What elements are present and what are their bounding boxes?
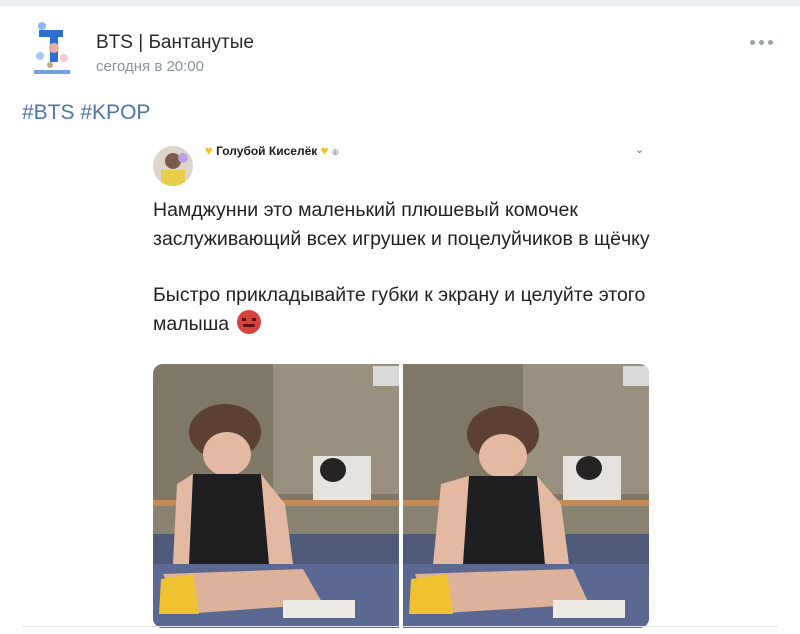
post-timestamp[interactable]: сегодня в 20:00 <box>96 58 204 75</box>
tweet-paragraph-2: Быстро прикладывайте губки к экрану и це… <box>153 284 646 335</box>
more-options-button[interactable] <box>748 34 776 50</box>
tweet-author-name: Голубой Киселёк <box>216 144 318 158</box>
tweet-screenshot[interactable]: ♥ Голубой Киселёк ♥ ⊕ ⌄ Намджунни это ма… <box>145 140 660 628</box>
tweet-text: Намджунни это маленький плюшевый комочек… <box>153 196 653 339</box>
photo-left <box>153 364 399 628</box>
more-horizontal-icon <box>750 40 755 45</box>
hashtag-bts[interactable]: #BTS <box>22 101 75 124</box>
yellow-heart-icon: ♥ <box>205 143 213 158</box>
group-name[interactable]: BTS | Бантанутые <box>96 32 254 54</box>
angry-face-emoji-icon <box>236 310 261 334</box>
top-divider <box>0 0 800 6</box>
hashtag-kpop[interactable]: #KPOP <box>80 101 150 124</box>
tweet-author: ♥ Голубой Киселёк ♥ ⊕ <box>205 143 339 158</box>
chevron-down-icon: ⌄ <box>635 144 645 156</box>
yellow-heart-icon: ♥ <box>320 143 329 158</box>
tweet-paragraph-1: Намджунни это маленький плюшевый комочек… <box>153 199 650 250</box>
post-bottom-divider <box>22 626 778 627</box>
lock-icon: ⊕ <box>331 147 340 157</box>
photo-right <box>403 364 649 628</box>
tweet-media[interactable] <box>153 364 649 628</box>
hashtags: #BTS #KPOP <box>22 101 150 125</box>
group-avatar[interactable] <box>26 20 78 80</box>
tweet-author-avatar <box>153 146 193 186</box>
